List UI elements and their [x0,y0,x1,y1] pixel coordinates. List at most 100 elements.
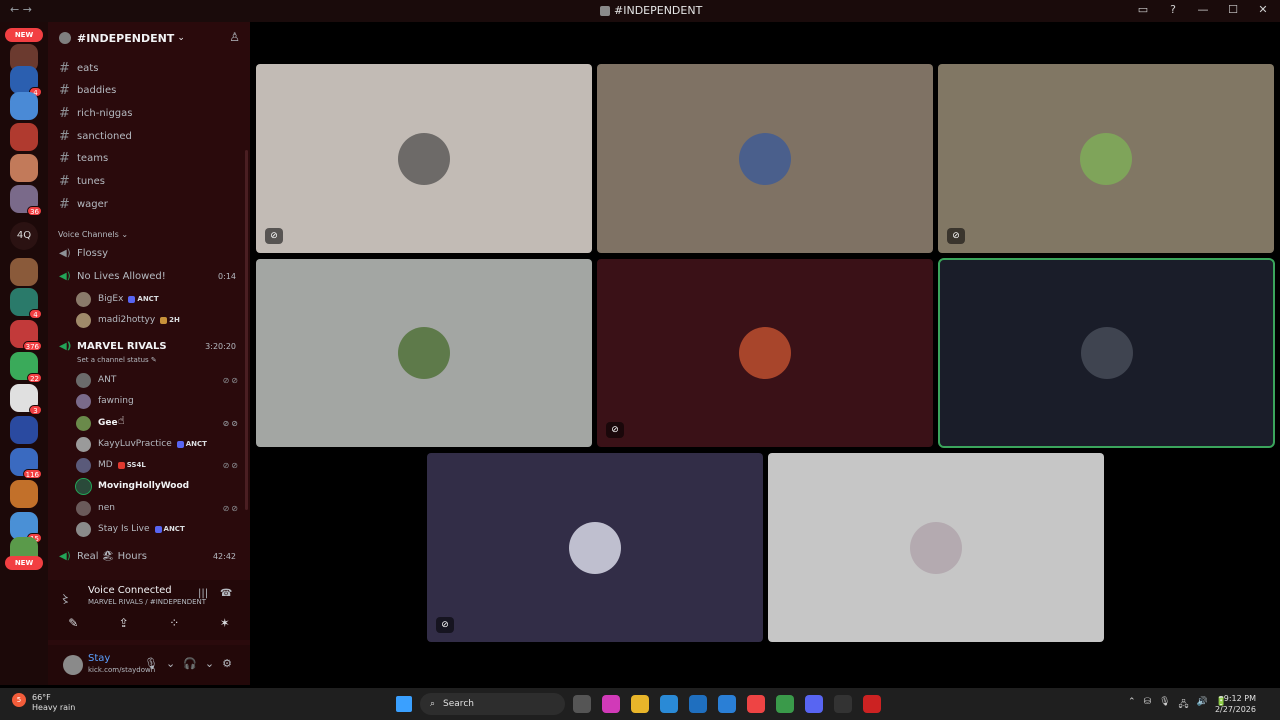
disconnect-icon[interactable]: ☎ [220,588,232,599]
taskbar-app[interactable] [631,695,649,713]
chevron-down-icon[interactable]: ⌄ [166,657,175,670]
signal-icon[interactable]: 〻 [60,591,71,607]
server-icon[interactable]: 22 [10,352,42,383]
username[interactable]: Stay [88,653,110,664]
voice-connected-location[interactable]: MARVEL RIVALS / #INDEPENDENT [88,598,206,606]
help-icon[interactable]: ? [1166,3,1180,16]
server-header[interactable]: #INDEPENDENT ⌄ ♙ [48,22,250,54]
noise-suppression-icon[interactable]: ||| [198,588,208,599]
volume-icon[interactable]: 🔊 [1197,697,1208,713]
close-button[interactable]: ✕ [1256,3,1270,16]
server-icon[interactable]: 4 [10,288,42,319]
microphone-icon[interactable]: 🎙 [1159,697,1170,713]
soundboard-icon[interactable]: ✶ [220,616,230,630]
taskbar-app[interactable] [718,695,736,713]
server-icon[interactable]: 3 [10,384,42,415]
server-icon[interactable] [10,416,38,444]
avatar [75,477,92,495]
channel-teams[interactable]: # teams [56,148,246,168]
voice-user[interactable]: BigEx ANCT [76,289,244,309]
server-icon[interactable]: 36 [10,185,42,216]
voice-user[interactable]: nen ⊘⊘ [76,498,244,518]
server-icon[interactable] [10,123,38,151]
voice-user[interactable]: MovingHollyWood [75,476,244,496]
user-panel: Stay kick.com/staydown 🎙 ⌄ 🎧 ⌄ ⚙ [48,645,250,685]
taskbar-app[interactable] [776,695,794,713]
show-hidden-icon[interactable]: ⌃ [1128,697,1136,713]
participant-tile[interactable] [597,64,933,253]
voice-user[interactable]: MD SS4L ⊘⊘ [76,455,244,475]
server-icon[interactable] [10,154,38,182]
channel-rich-niggas[interactable]: # rich-niggas [56,103,246,123]
server-icon[interactable] [10,92,38,120]
nav-arrows[interactable]: ← → [10,3,32,16]
server-icon[interactable]: 4 [10,66,42,97]
screen-share-icon[interactable]: ⇪ [119,616,129,630]
participant-tile[interactable] [256,259,592,447]
clan-tag: ANCT [176,440,207,448]
server-icon[interactable] [10,258,38,286]
voice-channel-flossy[interactable]: ◀) Flossy [56,243,246,263]
start-button[interactable] [396,696,412,712]
participant-tile-speaking[interactable] [938,258,1275,448]
participant-avatar [569,521,621,574]
window-title: #INDEPENDENT [600,4,702,17]
chevron-down-icon[interactable]: ⌄ [205,657,214,670]
taskbar-app[interactable] [602,695,620,713]
channel-status[interactable]: Set a channel status ✎ [77,356,157,364]
participant-tile[interactable]: ⊘ [256,64,592,253]
weather-temp: 66°F [32,693,51,702]
clock[interactable]: 9:12 PM 2/27/2026 [1215,693,1256,715]
voice-channel-real-hours[interactable]: ◀) Real 🏖 Hours 42:42 [56,546,246,566]
channel-baddies[interactable]: # baddies [56,80,246,100]
channel-eats[interactable]: # eats [56,58,246,78]
server-icon[interactable] [10,480,38,508]
voice-category-header[interactable]: Voice Channels ⌄ [58,230,128,239]
voice-user[interactable]: KayyLuvPractice ANCT [76,434,244,454]
network-icon[interactable]: 🖧 [1179,697,1189,713]
microphone-icon[interactable]: 🎙 [144,657,158,670]
server-icon[interactable]: 116 [10,448,42,479]
voice-connected-title[interactable]: Voice Connected [88,585,172,596]
voice-user[interactable]: Gee ⊘⊘ [76,413,244,433]
server-icon[interactable]: 15 [10,512,42,543]
participant-tile[interactable] [768,453,1104,642]
weather-widget[interactable]: 5 66°F Heavy rain [12,693,75,713]
inbox-icon[interactable]: ▭ [1136,3,1150,16]
user-controls: 🎙 ⌄ 🎧 ⌄ ⚙ [144,657,232,670]
tag-icon [154,525,162,533]
settings-gear-icon[interactable]: ⚙ [222,657,232,670]
taskbar-app[interactable] [573,695,591,713]
participant-tile[interactable]: ⊘ [597,259,933,447]
activities-icon[interactable]: ⁘ [169,616,179,630]
participant-tile[interactable]: ⊘ [427,453,763,642]
voice-user[interactable]: madi2hottyy 2H [76,310,244,330]
participant-tile[interactable]: ⊘ [938,64,1274,253]
tray-app-icon[interactable]: ⛁ [1144,697,1152,713]
voice-user[interactable]: Stay Is Live ANCT [76,519,244,539]
voice-user[interactable]: ANT ⊘⊘ [76,370,244,390]
user-avatar[interactable] [63,655,83,675]
taskbar-app[interactable] [805,695,823,713]
add-member-icon[interactable]: ♙ [229,30,240,44]
taskbar-app[interactable] [689,695,707,713]
server-logo-icon [59,32,71,44]
channel-tunes[interactable]: # tunes [56,171,246,191]
sidebar-scrollbar[interactable] [245,150,248,510]
taskbar-search[interactable]: ⌕ Search [420,693,565,715]
taskbar-app[interactable] [747,695,765,713]
server-icon[interactable]: 376 [10,320,42,351]
voice-user[interactable]: fawning [76,391,244,411]
camera-off-icon[interactable]: ✎ [68,616,78,630]
taskbar-app[interactable] [863,695,881,713]
channel-wager[interactable]: # wager [56,194,246,214]
taskbar-app[interactable] [834,695,852,713]
channel-sanctioned[interactable]: # sanctioned [56,126,246,146]
maximize-button[interactable]: ☐ [1226,3,1240,16]
headphones-icon[interactable]: 🎧 [183,657,197,670]
taskbar-app[interactable] [660,695,678,713]
server-icon-4q[interactable]: 4Q [10,222,38,250]
voice-channel-marvel-rivals[interactable]: ◀) MARVEL RIVALS 3:20:20 [56,336,246,356]
voice-channel-no-lives[interactable]: ◀) No Lives Allowed! 0:14 [56,266,246,286]
minimize-button[interactable]: — [1196,3,1210,16]
